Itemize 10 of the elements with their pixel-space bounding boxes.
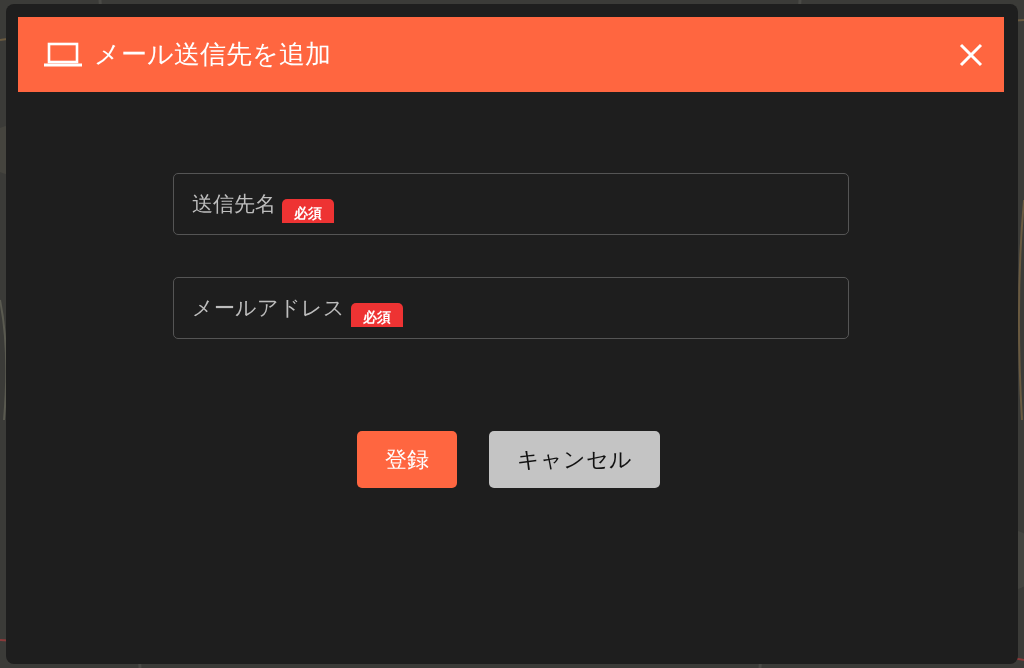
close-icon[interactable] — [958, 41, 984, 68]
required-badge: 必須 — [351, 303, 403, 327]
dialog-title: メール送信先を追加 — [94, 38, 332, 71]
input-field[interactable]: メールアドレス 必須 — [173, 277, 849, 339]
field-label: 送信先名 — [192, 191, 276, 218]
field-label: メールアドレス — [192, 295, 345, 322]
input-field[interactable]: 送信先名 必須 — [173, 173, 849, 235]
required-badge: 必須 — [282, 199, 334, 223]
laptop-icon — [44, 41, 82, 68]
cancel-button[interactable]: キャンセル — [488, 431, 660, 488]
